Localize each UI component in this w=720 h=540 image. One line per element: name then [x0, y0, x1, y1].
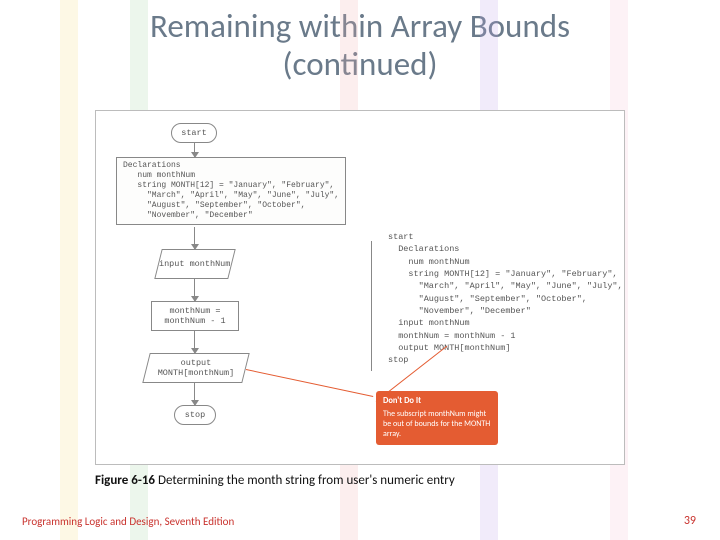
- callout-body: The subscript monthNum might be out of b…: [383, 409, 491, 439]
- flow-input: input monthNum: [154, 249, 235, 279]
- separator-line: [371, 241, 372, 371]
- slide-number: 39: [684, 514, 696, 528]
- title-line-2: (continued): [283, 44, 438, 84]
- flow-declarations: Declarations num monthNum string MONTH[1…: [116, 157, 346, 225]
- figure-caption: Figure 6-16 Determining the month string…: [95, 473, 455, 488]
- figure-panel: start Declarations num monthNum string M…: [95, 110, 625, 465]
- flow-start: start: [171, 123, 217, 143]
- pseudocode-block: start Declarations num monthNum string M…: [388, 231, 623, 366]
- footer-text: Programming Logic and Design, Seventh Ed…: [22, 515, 234, 528]
- callout-line: [246, 369, 373, 397]
- flow-arrow: [194, 383, 195, 405]
- bg-stripe: [60, 0, 78, 540]
- flow-stop: stop: [174, 405, 216, 425]
- callout-heading: Don't Do It: [383, 396, 491, 407]
- flow-arrow: [194, 227, 195, 249]
- caption-rest: Determining the month string from user's…: [155, 473, 455, 488]
- caption-strong: Figure 6-16: [95, 473, 155, 488]
- flow-assign: monthNum = monthNum - 1: [151, 301, 239, 331]
- flow-arrow: [194, 279, 195, 301]
- flow-output: output MONTH[monthNum]: [142, 353, 249, 383]
- warning-callout: Don't Do It The subscript monthNum might…: [376, 391, 498, 445]
- flow-arrow: [194, 143, 195, 157]
- title-line-1: Remaining within Array Bounds: [150, 6, 570, 46]
- flow-arrow: [194, 331, 195, 353]
